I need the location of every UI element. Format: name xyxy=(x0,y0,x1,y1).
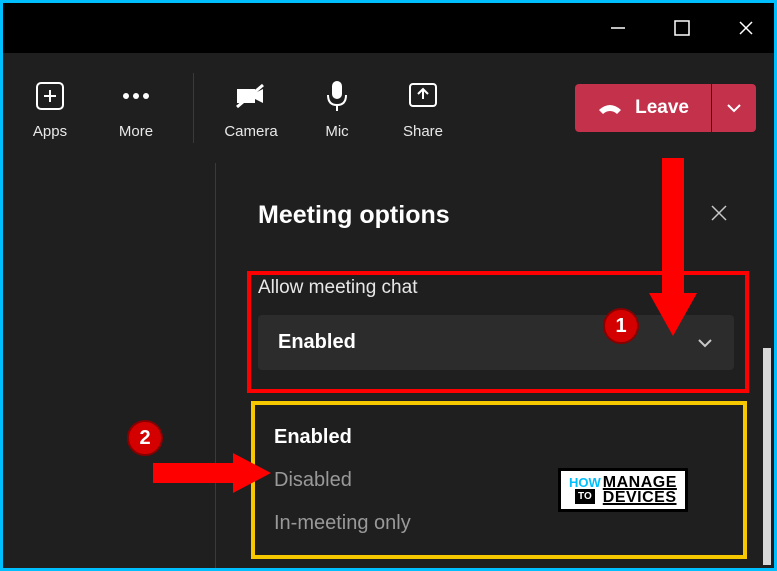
allow-meeting-chat-setting: Allow meeting chat Enabled xyxy=(238,263,754,390)
camera-button[interactable]: Camera xyxy=(222,77,280,140)
window-titlebar xyxy=(3,3,774,53)
setting-label: Allow meeting chat xyxy=(258,277,734,299)
leave-dropdown-button[interactable] xyxy=(712,84,756,132)
close-window-button[interactable] xyxy=(726,8,766,48)
minimize-icon xyxy=(609,19,627,37)
mic-button[interactable]: Mic xyxy=(308,77,366,140)
meeting-toolbar: Apps More Camera Mic Share Leave xyxy=(3,53,774,163)
leave-label: Leave xyxy=(635,97,689,119)
option-enabled[interactable]: Enabled xyxy=(274,416,718,459)
plus-box-icon xyxy=(34,77,66,115)
minimize-button[interactable] xyxy=(598,8,638,48)
more-label: More xyxy=(119,123,153,140)
panel-title: Meeting options xyxy=(258,201,450,230)
leave-button-group: Leave xyxy=(575,84,756,132)
camera-off-icon xyxy=(233,77,269,115)
watermark: HOW TO MANAGE DEVICES xyxy=(558,468,688,512)
scrollbar[interactable] xyxy=(763,348,771,565)
hangup-icon xyxy=(597,98,623,118)
toolbar-divider xyxy=(193,73,194,143)
side-divider xyxy=(215,163,216,568)
maximize-button[interactable] xyxy=(662,8,702,48)
share-button[interactable]: Share xyxy=(394,77,452,140)
close-icon xyxy=(737,19,755,37)
close-panel-button[interactable] xyxy=(704,198,734,233)
mic-label: Mic xyxy=(325,123,348,140)
mic-icon xyxy=(324,77,350,115)
maximize-icon xyxy=(673,19,691,37)
more-button[interactable]: More xyxy=(107,77,165,140)
dropdown-selected-value: Enabled xyxy=(278,331,356,354)
chat-dropdown[interactable]: Enabled xyxy=(258,315,734,370)
share-icon xyxy=(407,77,439,115)
ellipsis-icon xyxy=(120,77,152,115)
apps-label: Apps xyxy=(33,123,67,140)
panel-header: Meeting options xyxy=(238,198,754,233)
close-icon xyxy=(710,204,728,222)
apps-button[interactable]: Apps xyxy=(21,77,79,140)
chevron-down-icon xyxy=(696,337,714,349)
share-label: Share xyxy=(403,123,443,140)
camera-label: Camera xyxy=(224,123,277,140)
leave-button[interactable]: Leave xyxy=(575,84,711,132)
chevron-down-icon xyxy=(726,103,742,113)
